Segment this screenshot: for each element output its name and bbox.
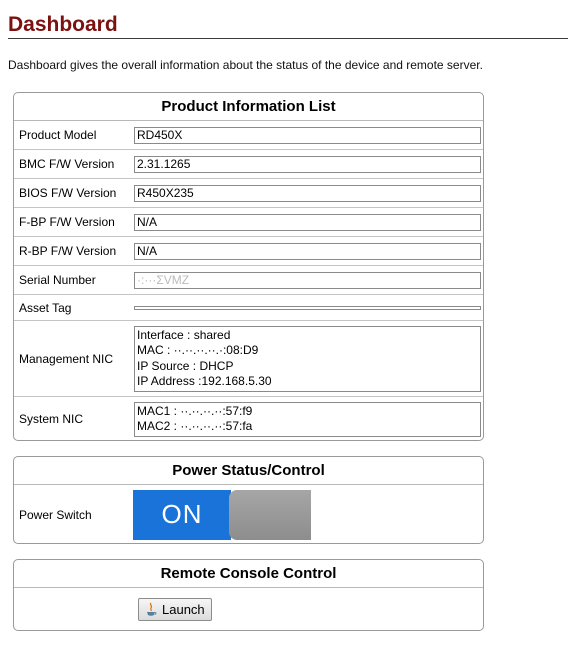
row-rbp-fw: R-BP F/W Version N/A (14, 237, 483, 266)
rbp-fw-field[interactable]: N/A (134, 242, 481, 260)
system-nic-label: System NIC (19, 412, 84, 426)
asset-tag-field[interactable] (134, 305, 481, 310)
system-nic-mac2: MAC2 : ··.··.··.··:57:fa (137, 419, 253, 433)
rbp-fw-label: R-BP F/W Version (19, 244, 117, 258)
product-model-label: Product Model (19, 128, 97, 142)
java-icon (147, 602, 157, 616)
row-fbp-fw: F-BP F/W Version N/A (14, 208, 483, 237)
power-title: Power Status/Control (14, 457, 483, 485)
power-toggle-knob[interactable] (229, 489, 311, 540)
row-asset-tag: Asset Tag (14, 295, 483, 321)
power-switch-label: Power Switch (19, 507, 92, 522)
power-toggle[interactable]: ON (133, 489, 313, 540)
row-management-nic: Management NIC Interface : shared MAC : … (14, 321, 483, 397)
row-remote-console: Launch (14, 588, 483, 631)
management-nic-ip-address: IP Address :192.168.5.30 (137, 374, 272, 388)
management-nic-label: Management NIC (19, 351, 114, 366)
management-nic-field[interactable]: Interface : shared MAC : ··.··.··.··.·:0… (134, 325, 481, 392)
serial-number-field[interactable]: ·:···ΣVMZ (134, 271, 481, 289)
page-description: Dashboard gives the overall information … (8, 58, 483, 72)
fbp-fw-field[interactable]: N/A (134, 213, 481, 231)
product-info-panel: Product Information List Product Model R… (13, 92, 484, 441)
remote-console-title: Remote Console Control (14, 560, 483, 588)
management-nic-ip-source: IP Source : DHCP (137, 358, 234, 373)
row-product-model: Product Model RD450X (14, 121, 483, 150)
bmc-fw-field[interactable]: 2.31.1265 (134, 155, 481, 173)
system-nic-field[interactable]: MAC1 : ··.··.··.··:57:f9 MAC2 : ··.··.··… (134, 401, 481, 437)
row-bios-fw: BIOS F/W Version R450X235 (14, 179, 483, 208)
system-nic-mac1: MAC1 : ··.··.··.··:57:f9 (137, 403, 253, 418)
fbp-fw-label: F-BP F/W Version (19, 215, 115, 229)
product-info-title: Product Information List (14, 93, 483, 121)
management-nic-interface: Interface : shared (137, 327, 231, 342)
row-bmc-fw: BMC F/W Version 2.31.1265 (14, 150, 483, 179)
page-title: Dashboard (8, 13, 118, 36)
product-model-field[interactable]: RD450X (134, 126, 481, 144)
row-serial-number: Serial Number ·:···ΣVMZ (14, 266, 483, 295)
management-nic-mac: MAC : ··.··.··.··.·:08:D9 (137, 343, 259, 357)
power-toggle-on[interactable]: ON (133, 489, 231, 540)
serial-number-label: Serial Number (19, 273, 96, 287)
title-divider (8, 38, 568, 39)
launch-button-label: Launch (162, 602, 205, 617)
row-system-nic: System NIC MAC1 : ··.··.··.··:57:f9 MAC2… (14, 397, 483, 441)
bmc-fw-label: BMC F/W Version (19, 157, 115, 171)
remote-console-panel: Remote Console Control Launch (13, 559, 484, 631)
power-panel: Power Status/Control Power Switch ON (13, 456, 484, 544)
bios-fw-label: BIOS F/W Version (19, 186, 117, 200)
bios-fw-field[interactable]: R450X235 (134, 184, 481, 202)
asset-tag-label: Asset Tag (19, 300, 72, 315)
row-power-switch: Power Switch ON (14, 485, 483, 544)
launch-button[interactable]: Launch (138, 598, 212, 621)
